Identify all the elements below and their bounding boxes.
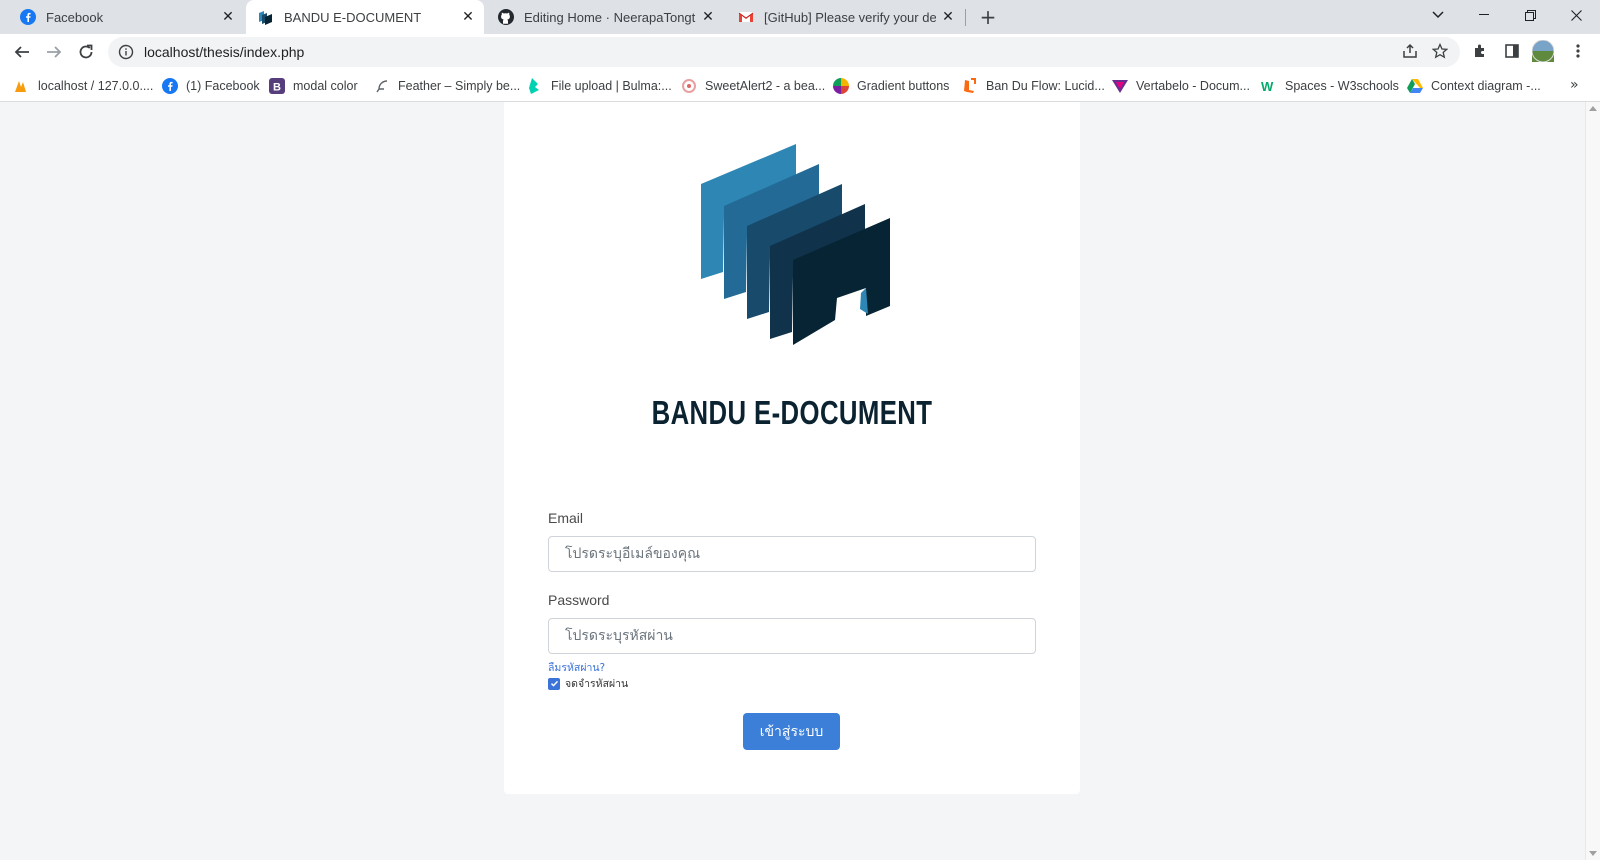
bookmark-item[interactable]: SweetAlert2 - a bea...	[681, 77, 825, 95]
w3schools-icon: W	[1261, 78, 1277, 94]
close-icon[interactable]: ✕	[700, 9, 716, 25]
bookmark-item[interactable]: (1) Facebook	[162, 77, 260, 95]
reload-button[interactable]	[72, 38, 100, 66]
bookmark-label: modal color	[293, 79, 358, 93]
bookmark-label: Spaces - W3schools	[1285, 79, 1399, 93]
bootstrap-icon: B	[269, 78, 285, 94]
side-panel-icon[interactable]	[1502, 41, 1522, 61]
svg-text:W: W	[1261, 79, 1274, 94]
bookmark-label: Gradient buttons	[857, 79, 950, 93]
arrow-right-icon	[47, 46, 62, 58]
bandu-logo	[701, 144, 890, 345]
info-icon	[118, 44, 134, 60]
bookmark-label: Context diagram -...	[1431, 79, 1541, 93]
bulma-icon	[527, 78, 543, 94]
bookmark-label: Vertabelo - Docum...	[1136, 79, 1250, 93]
tab-gmail[interactable]: [GitHub] Please verify your device ✕	[726, 0, 964, 34]
tab-label: BANDU E-DOCUMENT	[284, 9, 422, 25]
facebook-icon	[162, 78, 178, 94]
close-icon[interactable]: ✕	[940, 9, 956, 25]
vertabelo-icon	[1112, 78, 1128, 94]
tab-facebook[interactable]: Facebook ✕	[8, 0, 244, 34]
login-card: BANDU E-DOCUMENT Email Password ลืมรหัสผ…	[504, 102, 1080, 794]
scroll-up-icon[interactable]	[1589, 106, 1597, 111]
page-scrollbar[interactable]	[1585, 102, 1600, 860]
bookmark-label: Ban Du Flow: Lucid...	[986, 79, 1105, 93]
bookmark-item[interactable]: Feather – Simply be...	[374, 77, 520, 95]
github-icon	[498, 9, 514, 25]
new-tab-button[interactable]: +	[976, 5, 1000, 29]
forgot-password-link[interactable]: ลืมรหัสผ่าน?	[548, 659, 605, 676]
password-field[interactable]	[548, 618, 1036, 654]
facebook-icon	[20, 9, 36, 25]
phpmyadmin-icon	[14, 78, 30, 94]
gradient-icon	[833, 78, 849, 94]
reload-icon	[79, 44, 93, 59]
page-viewport: BANDU E-DOCUMENT Email Password ลืมรหัสผ…	[0, 102, 1585, 860]
tab-divider	[965, 9, 966, 26]
address-bar[interactable]: localhost/thesis/index.php	[108, 37, 1460, 67]
remember-me-checkbox[interactable]	[548, 677, 560, 690]
lucid-icon	[962, 78, 978, 94]
google-drive-icon	[1407, 78, 1423, 94]
browser-toolbar: localhost/thesis/index.php	[0, 34, 1600, 70]
bookmark-item[interactable]: Context diagram -...	[1407, 77, 1541, 95]
tab-search-button[interactable]	[1415, 0, 1461, 30]
password-label: Password	[548, 592, 610, 608]
bookmark-label: localhost / 127.0.0....	[38, 79, 154, 93]
check-icon	[550, 680, 558, 687]
email-field[interactable]	[548, 536, 1036, 572]
bookmark-item[interactable]: W Spaces - W3schools	[1261, 77, 1399, 95]
bookmarks-bar: localhost / 127.0.0.... (1) Facebook B m…	[0, 70, 1600, 102]
restore-button[interactable]	[1507, 0, 1553, 30]
email-label: Email	[548, 510, 584, 526]
remember-me-label: จดจำรหัสผ่าน	[565, 678, 629, 690]
bookmark-label: SweetAlert2 - a bea...	[705, 79, 826, 93]
bookmark-item[interactable]: File upload | Bulma:...	[527, 77, 672, 95]
tab-strip: Facebook ✕ BANDU E-DOCUMENT ✕ Editing Ho…	[0, 0, 1600, 34]
url-text: localhost/thesis/index.php	[144, 44, 305, 60]
tab-label: Facebook	[46, 9, 104, 25]
forward-button[interactable]	[40, 38, 68, 66]
brand-title: BANDU E-DOCUMENT	[651, 394, 933, 431]
close-icon[interactable]: ✕	[220, 9, 236, 25]
tab-bandu[interactable]: BANDU E-DOCUMENT ✕	[246, 0, 484, 34]
sweetalert-icon	[681, 78, 697, 94]
tab-label: Editing Home · NeerapaTongtitra	[524, 9, 696, 25]
bandu-logo-icon	[258, 9, 274, 25]
back-button[interactable]	[8, 38, 36, 66]
bookmark-label: Feather – Simply be...	[398, 79, 521, 93]
bookmark-label: (1) Facebook	[186, 79, 260, 93]
extensions-icon[interactable]	[1470, 41, 1490, 61]
tab-label: [GitHub] Please verify your device	[764, 9, 936, 25]
bookmark-item[interactable]: localhost / 127.0.0....	[14, 77, 153, 95]
window-close-button[interactable]	[1553, 0, 1599, 30]
menu-icon[interactable]	[1568, 41, 1588, 61]
scroll-down-icon[interactable]	[1589, 851, 1597, 856]
close-icon[interactable]: ✕	[460, 9, 476, 25]
tab-github-editing[interactable]: Editing Home · NeerapaTongtitra ✕	[486, 0, 724, 34]
bookmark-item[interactable]: B modal color	[269, 77, 358, 95]
minimize-button[interactable]	[1461, 0, 1507, 30]
bookmark-item[interactable]: Gradient buttons	[833, 77, 949, 95]
avatar[interactable]	[1532, 40, 1554, 62]
arrow-left-icon	[14, 46, 29, 58]
login-button[interactable]: เข้าสู่ระบบ	[743, 713, 840, 750]
share-icon[interactable]	[1400, 41, 1420, 61]
svg-text:B: B	[273, 82, 281, 94]
bookmark-item[interactable]: Ban Du Flow: Lucid...	[962, 77, 1105, 95]
chevron-double-right-icon[interactable]: »	[1570, 77, 1579, 93]
bookmark-item[interactable]: Vertabelo - Docum...	[1112, 77, 1250, 95]
bookmark-label: File upload | Bulma:...	[551, 79, 672, 93]
remember-me[interactable]: จดจำรหัสผ่าน	[548, 675, 628, 692]
feather-icon	[374, 78, 390, 94]
gmail-icon	[738, 9, 754, 25]
star-icon[interactable]	[1430, 41, 1450, 61]
